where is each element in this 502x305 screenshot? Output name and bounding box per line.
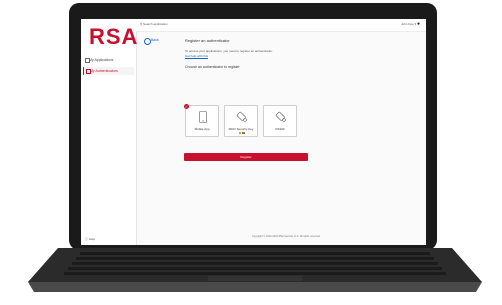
footer-copyright: Copyright © 2022-2023 RSA Security LLC. … <box>252 235 321 238</box>
authenticator-card-mobile-app[interactable]: Mobile App <box>185 105 219 137</box>
key-icon <box>86 69 91 74</box>
search-input[interactable]: ⚲ Search application <box>140 22 168 26</box>
help-link[interactable]: ⓘ Help <box>85 237 95 241</box>
phone-icon <box>199 111 207 123</box>
card-label: FIDO Security Key <box>228 127 254 131</box>
rsa-logo: RSA <box>89 24 139 49</box>
intro-text: To access your applications, you need to… <box>185 49 273 53</box>
sidebar-item-label: My Authenticators <box>90 69 118 73</box>
grid-icon <box>85 58 90 63</box>
laptop-screen: RSA My Applications My Authenticators ⓘ … <box>81 19 426 245</box>
main-content: Back Register an authenticator To access… <box>137 32 426 245</box>
back-label: Back <box>151 38 159 42</box>
register-button[interactable]: Register <box>184 153 308 161</box>
user-icon: ● <box>416 21 420 27</box>
check-icon: ✓ <box>184 104 189 109</box>
card-label: Mobile App <box>194 127 210 131</box>
sidebar: RSA My Applications My Authenticators ⓘ … <box>81 19 137 245</box>
page-title: Register an authenticator <box>185 38 230 43</box>
top-bar: ⚲ Search application John Doe ▾ ● <box>136 19 426 32</box>
help-link-text[interactable]: Get help with this <box>185 54 208 58</box>
authenticator-card-ds100[interactable]: DS100 <box>263 105 297 137</box>
choose-label: Choose an authenticator to register <box>185 65 240 69</box>
sidebar-item-label: My Applications <box>89 58 114 62</box>
sidebar-item-my-authenticators[interactable]: My Authenticators <box>83 67 134 75</box>
sidebar-item-my-applications[interactable]: My Applications <box>83 56 134 64</box>
card-label: DS100 <box>275 127 285 131</box>
laptop-keyboard-base <box>28 248 482 292</box>
brand-dot-icon <box>242 132 245 134</box>
usb-key-icon <box>275 111 287 123</box>
authenticator-card-fido-key[interactable]: FIDO Security Key <box>224 105 258 137</box>
user-name: John Doe <box>400 22 414 26</box>
brand-dot-icon <box>239 132 241 134</box>
user-menu[interactable]: John Doe ▾ ● <box>400 21 420 27</box>
arrow-left-icon <box>144 38 151 45</box>
usb-key-icon <box>236 111 248 123</box>
